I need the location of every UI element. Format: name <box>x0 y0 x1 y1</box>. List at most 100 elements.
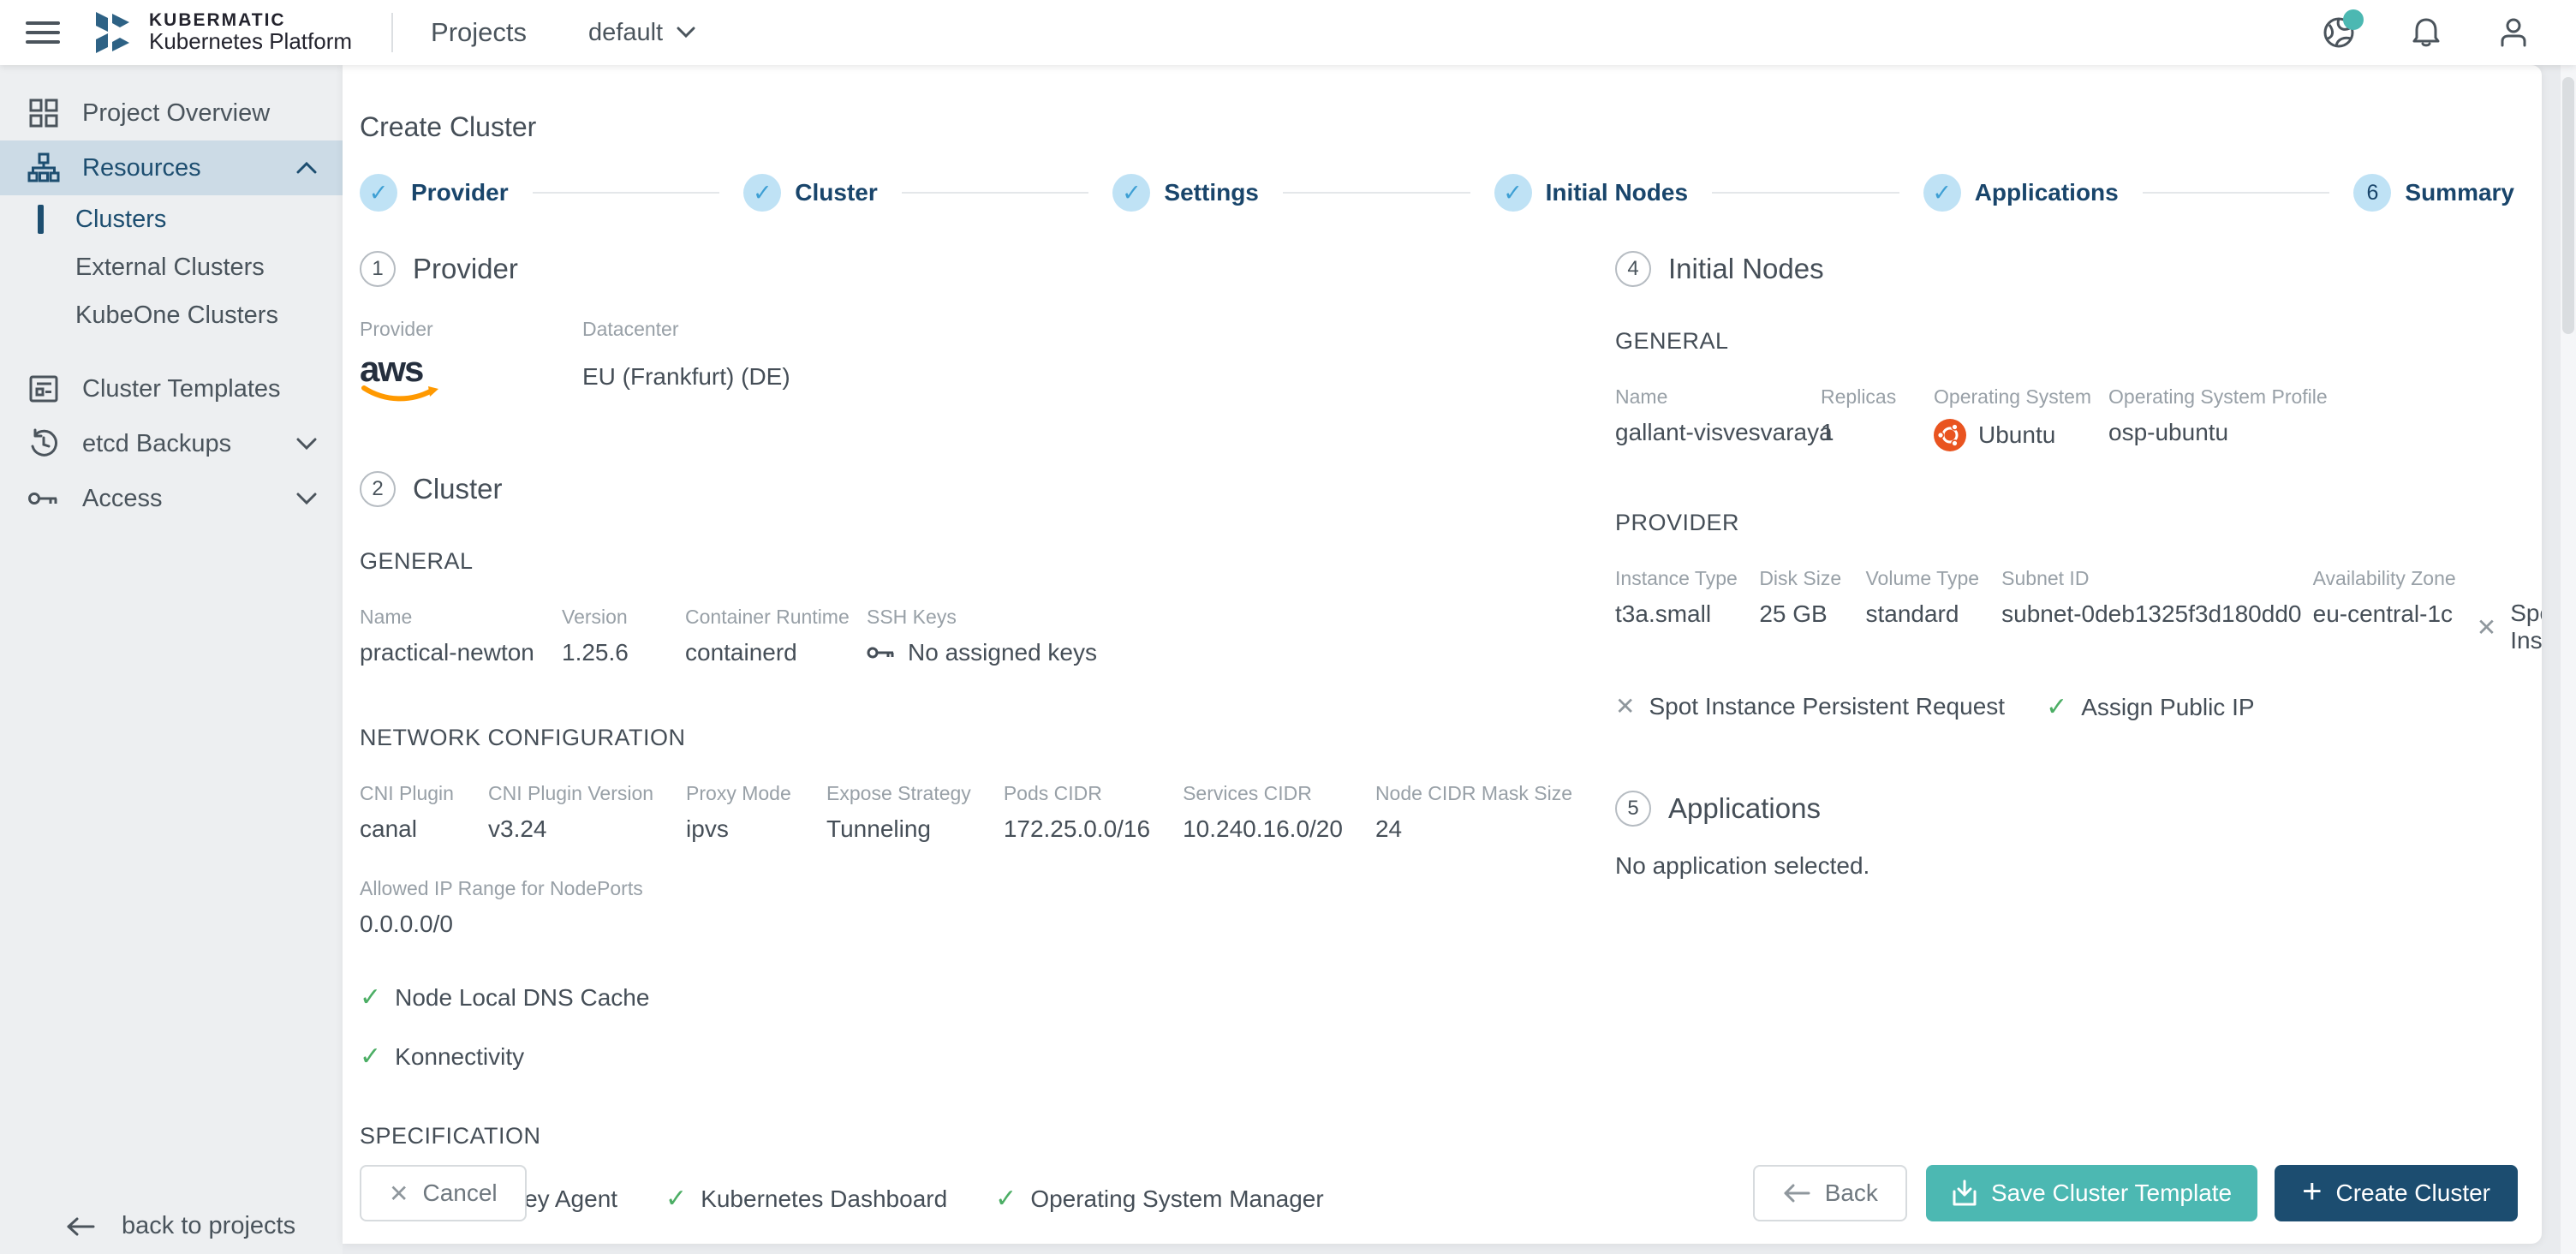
section-title: Cluster <box>413 473 503 505</box>
sidebar-item-label: Cluster Templates <box>82 374 281 403</box>
page-title: Create Cluster <box>360 111 537 142</box>
subnet-id-value: subnet-0deb1325f3d180dd0 <box>2001 600 2302 627</box>
step-connector <box>901 192 1089 194</box>
back-to-projects-link[interactable]: back to projects <box>0 1212 343 1240</box>
cni-plugin-value: canal <box>360 815 417 842</box>
help-globe-icon[interactable] <box>2321 9 2364 51</box>
check-icon: ✓ <box>2046 693 2068 721</box>
check-icon: ✓ <box>1932 179 1953 206</box>
template-icon <box>27 373 60 404</box>
step-connector <box>1712 192 1899 194</box>
section-title: Provider <box>413 253 518 284</box>
section-number: 1 <box>360 251 396 287</box>
step-done-circle: ✓ <box>743 174 782 212</box>
check-icon: ✓ <box>1122 179 1142 206</box>
node-cidr-mask-value: 24 <box>1374 815 1403 842</box>
wizard-stepper: ✓ Provider ✓ Cluster ✓ Settings ✓ Initia… <box>360 174 2518 212</box>
datacenter-label: Datacenter <box>582 318 679 340</box>
sitemap-icon <box>27 152 60 184</box>
step-current-circle: 6 <box>2353 174 2392 212</box>
cross-icon: ✕ <box>2476 613 2497 641</box>
grid-icon <box>27 98 60 128</box>
step-done-circle: ✓ <box>1923 174 1961 212</box>
sidebar-item-clusters[interactable]: Clusters <box>0 195 343 243</box>
top-bar: KUBERMATIC Kubernetes Platform Projects … <box>0 0 2576 65</box>
disk-size-value: 25 GB <box>1759 600 1828 627</box>
save-cluster-template-button[interactable]: Save Cluster Template <box>1925 1165 2258 1221</box>
arrow-left-icon <box>67 1217 95 1235</box>
sidebar-item-label: Access <box>82 484 163 512</box>
key-icon <box>867 647 894 659</box>
topbar-divider <box>391 13 394 52</box>
sidebar-item-access[interactable]: Access <box>0 471 343 526</box>
sidebar-item-label: KubeOne Clusters <box>75 301 278 329</box>
check-icon: ✓ <box>360 1042 382 1071</box>
proxy-mode-value: ipvs <box>686 815 729 842</box>
specification-heading: SPECIFICATION <box>360 1123 541 1149</box>
step-summary[interactable]: 6 Summary <box>2353 174 2514 212</box>
step-initial-nodes[interactable]: ✓ Initial Nodes <box>1494 174 1688 212</box>
sidebar-item-external-clusters[interactable]: External Clusters <box>0 243 343 291</box>
projects-nav-title[interactable]: Projects <box>431 17 527 48</box>
general-heading: GENERAL <box>360 548 474 574</box>
cross-icon: ✕ <box>1615 693 1636 720</box>
sidebar-item-label: Resources <box>82 153 201 182</box>
chevron-down-icon <box>296 493 317 505</box>
kubermatic-logo-icon <box>96 12 129 53</box>
spot-instance-persistent-request-disabled: ✕ Spot Instance Persistent Request <box>1615 692 2006 720</box>
sidebar-item-label: External Clusters <box>75 253 265 281</box>
no-applications-text: No application selected. <box>1615 852 1870 879</box>
brand-text: KUBERMATIC Kubernetes Platform <box>149 11 352 53</box>
provider-label: Provider <box>360 318 433 340</box>
project-selector[interactable]: default <box>588 19 695 47</box>
scrollbar-thumb[interactable] <box>2562 77 2574 334</box>
main-content: Create Cluster ✓ Provider ✓ Cluster ✓ Se… <box>343 65 2576 1254</box>
sidebar-item-label: Clusters <box>75 205 167 233</box>
section-initial-nodes-header: 4 Initial Nodes <box>1615 251 2542 287</box>
section-number: 4 <box>1615 251 1652 287</box>
sidebar-item-resources[interactable]: Resources <box>0 140 343 195</box>
availability-zone-value: eu-central-1c <box>2312 600 2454 627</box>
notifications-bell-icon[interactable] <box>2408 15 2444 51</box>
close-icon: ✕ <box>389 1179 409 1207</box>
network-configuration-heading: NETWORK CONFIGURATION <box>360 725 686 750</box>
step-applications[interactable]: ✓ Applications <box>1923 174 2119 212</box>
datacenter-value: EU (Frankfurt) (DE) <box>582 363 790 390</box>
section-number: 5 <box>1615 791 1652 827</box>
wizard-footer: ✕ Cancel Back Save Cluster Template + Cr… <box>360 1165 2518 1221</box>
aws-logo: aws <box>360 351 445 404</box>
step-connector <box>2142 192 2330 194</box>
ssh-keys-value: No assigned keys <box>908 639 1098 666</box>
history-icon <box>27 428 60 459</box>
chevron-down-icon <box>296 438 317 450</box>
create-cluster-button[interactable]: + Create Cluster <box>2275 1165 2518 1221</box>
step-settings[interactable]: ✓ Settings <box>1112 174 1259 212</box>
expose-strategy-value: Tunneling <box>826 815 931 842</box>
key-icon <box>27 488 60 509</box>
user-account-icon[interactable] <box>2496 15 2531 51</box>
node-name-value: gallant-visvesvaraya <box>1615 419 1833 445</box>
ubuntu-logo-icon <box>1934 419 1967 451</box>
cni-version-value: v3.24 <box>488 815 547 842</box>
sidebar-item-kubeone-clusters[interactable]: KubeOne Clusters <box>0 291 343 339</box>
volume-type-value: standard <box>1865 600 1959 627</box>
save-icon <box>1953 1179 1977 1206</box>
step-provider[interactable]: ✓ Provider <box>360 174 509 212</box>
services-cidr-value: 10.240.16.0/20 <box>1183 815 1343 842</box>
spot-instance-disabled: ✕ Spot Instance <box>2476 600 2542 654</box>
back-button[interactable]: Back <box>1752 1165 1907 1221</box>
step-done-circle: ✓ <box>1494 174 1532 212</box>
cancel-button[interactable]: ✕ Cancel <box>360 1165 527 1221</box>
scrollbar-track[interactable] <box>2561 65 2576 1254</box>
sidebar-item-project-overview[interactable]: Project Overview <box>0 86 343 140</box>
node-local-dns-cache-enabled: ✓ Node Local DNS Cache <box>360 983 650 1012</box>
sidebar-item-cluster-templates[interactable]: Cluster Templates <box>0 361 343 416</box>
hamburger-menu-icon[interactable] <box>26 15 60 50</box>
sidebar-item-etcd-backups[interactable]: etcd Backups <box>0 416 343 471</box>
replicas-value: 1 <box>1821 419 1834 445</box>
step-cluster[interactable]: ✓ Cluster <box>743 174 878 212</box>
general-heading: GENERAL <box>1615 328 1729 354</box>
sidebar: Project Overview Resources Clusters Exte… <box>0 65 343 1254</box>
sidebar-item-label: etcd Backups <box>82 429 232 457</box>
provider-heading: PROVIDER <box>1615 510 1740 535</box>
